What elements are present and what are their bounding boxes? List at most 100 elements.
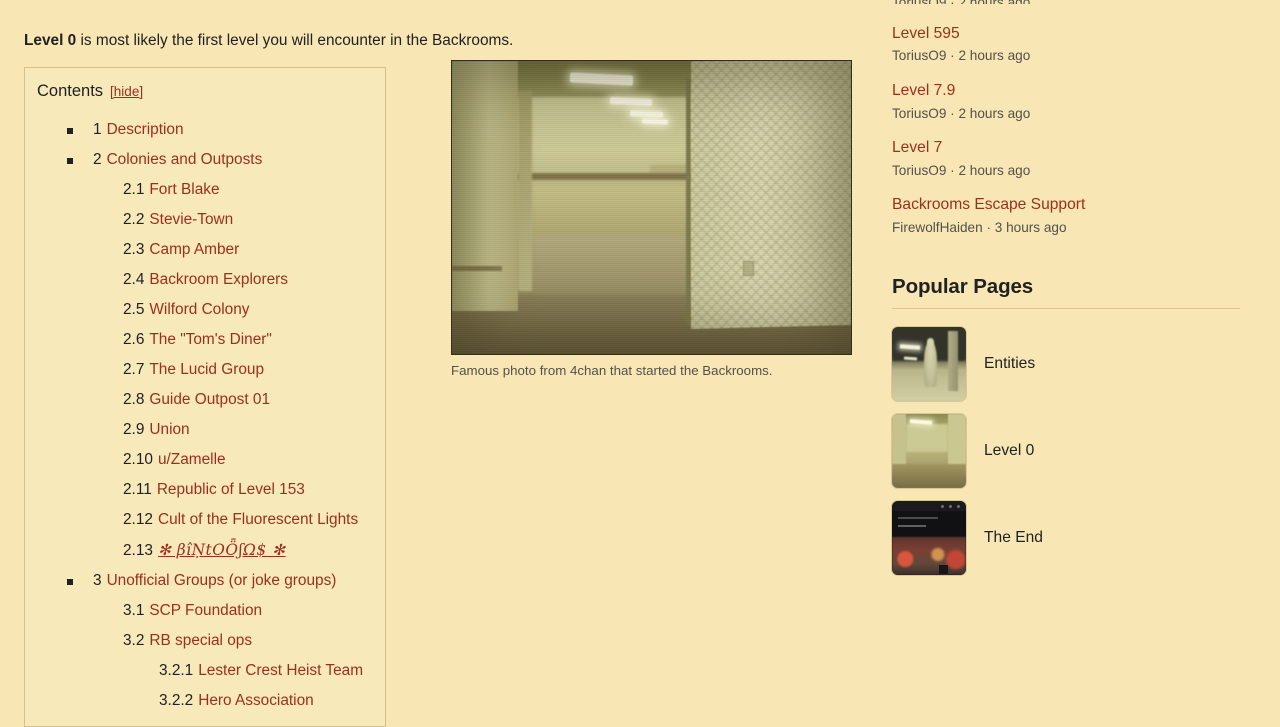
toc-entry: 3.1 SCP Foundation: [37, 596, 373, 626]
thumb-window-dot: [941, 504, 944, 508]
thumb-light-2: [903, 356, 918, 361]
recent-change-item: Backrooms Escape Support FirewolfHaiden ·…: [892, 195, 1252, 236]
popular-page-item[interactable]: Level 0: [892, 413, 1252, 488]
toc-entry: 2.8 Guide Outpost 01: [37, 385, 373, 415]
popular-page-item[interactable]: Entities: [892, 326, 1252, 401]
toc-list: 1 Description 2 Colonies and Outposts 2.1 For…: [37, 115, 373, 716]
recent-change-item: Level 7.9 ToriusO9 · 2 hours ago: [892, 81, 1252, 122]
toc-entry-number: 1: [93, 121, 102, 138]
popular-page-label: Level 0: [984, 441, 1035, 459]
toc-entry-link[interactable]: Fort Blake: [149, 181, 219, 198]
toc-entry: 2.5 Wilford Colony: [37, 295, 373, 325]
toc-entry-link[interactable]: ✻ βîṆtΟȪʃΩ$ ✻: [158, 541, 286, 559]
toc-entry-link[interactable]: Description: [107, 121, 184, 138]
toc-entry-number: 2: [93, 151, 102, 168]
thumb-light-1: [899, 343, 921, 350]
lead-paragraph: Level 0 is most likely the first level y…: [24, 0, 513, 54]
toc-entry-link[interactable]: Guide Outpost 01: [149, 391, 270, 408]
recent-changes-clipped-meta: ToriusO9 · 2 hours ago: [892, 0, 1252, 4]
toc-entry-link[interactable]: The "Tom's Diner": [149, 331, 272, 348]
toc-entry-link[interactable]: Union: [149, 421, 189, 438]
article-figure: Famous photo from 4chan that started the…: [451, 60, 852, 381]
table-of-contents: Contents [hide] 1 Description 2 Colonies and…: [24, 67, 386, 727]
toc-entry-number: 2.3: [123, 241, 145, 258]
toc-entry-number: 2.11: [123, 481, 152, 498]
thumb-window-dot: [949, 504, 952, 508]
toc-entry-number: 2.1: [123, 181, 145, 198]
entities-thumbnail[interactable]: [892, 326, 966, 401]
toc-entry-link[interactable]: Stevie-Town: [149, 211, 233, 228]
recent-changes-list: ToriusO9 · 2 hours ago Level 595 ToriusO9…: [892, 0, 1252, 237]
popular-pages-divider: [892, 307, 1240, 309]
photo-wall-outlet: [743, 261, 754, 276]
toc-entry: 2.11 Republic of Level 153: [37, 475, 373, 505]
toc-entry: 1 Description: [37, 115, 373, 145]
toc-entry-number: 2.6: [123, 331, 145, 348]
toc-entry: 2.13 ✻ βîṆtΟȪʃΩ$ ✻: [37, 535, 373, 566]
recent-change-meta: FirewolfHaiden · 3 hours ago: [892, 219, 1067, 235]
toc-entry: 3.2.1 Lester Crest Heist Team: [37, 656, 373, 686]
toc-entry-link[interactable]: Lester Crest Heist Team: [198, 662, 363, 679]
toc-entry-number: 2.5: [123, 301, 145, 318]
thumb-window-dot: [957, 504, 960, 508]
photo-left-inner-wall: [518, 91, 532, 291]
toc-entry: 3 Unofficial Groups (or joke groups): [37, 566, 373, 596]
photo-wallpaper-wall: [691, 61, 851, 329]
recent-change-item: Level 7 ToriusO9 · 2 hours ago: [892, 138, 1252, 179]
photo-left-wall: [452, 61, 518, 311]
recent-change-title-link[interactable]: Backrooms Escape Support: [892, 195, 1252, 214]
toc-entry-number: 3.2.1: [159, 662, 194, 679]
toc-hide-toggle[interactable]: [hide]: [110, 84, 143, 99]
toc-entry: 2.4 Backroom Explorers: [37, 265, 373, 295]
toc-entry-number: 2.13: [123, 542, 153, 559]
thumb-far-wall: [906, 423, 948, 452]
thumb-window-bar: [892, 500, 966, 511]
thumb-entity-head: [927, 337, 934, 346]
toc-entry-link[interactable]: Hero Association: [198, 692, 314, 709]
recent-change-meta: ToriusO9 · 2 hours ago: [892, 48, 1031, 64]
article-page: Level 0 is most likely the first level y…: [0, 0, 1280, 727]
toc-heading-label: Contents: [37, 82, 104, 100]
lead-bold-term: Level 0: [24, 32, 77, 49]
figure-caption: Famous photo from 4chan that started the…: [451, 363, 773, 378]
toc-bullet-icon: [67, 158, 73, 164]
toc-entry-link[interactable]: Unofficial Groups (or joke groups): [107, 572, 337, 589]
toc-entry: 3.2 RB special ops: [37, 626, 373, 656]
toc-entry: 2.1 Fort Blake: [37, 175, 373, 205]
the-end-thumbnail[interactable]: [892, 500, 966, 575]
toc-entry-number: 2.2: [123, 211, 145, 228]
article-body: Level 0 is most likely the first level y…: [24, 0, 513, 54]
toc-entry-link[interactable]: Colonies and Outposts: [107, 151, 263, 168]
recent-change-title-link[interactable]: Level 7.9: [892, 81, 1252, 100]
toc-entry-link[interactable]: Backroom Explorers: [149, 271, 288, 288]
recent-change-title-link[interactable]: Level 595: [892, 24, 1252, 43]
toc-entry: 2.12 Cult of the Fluorescent Lights: [37, 505, 373, 535]
level-0-thumbnail[interactable]: [892, 413, 966, 488]
toc-entry-link[interactable]: u/Zamelle: [158, 451, 226, 468]
toc-entry-link[interactable]: RB special ops: [149, 632, 252, 649]
toc-entry-link[interactable]: SCP Foundation: [149, 602, 262, 619]
photo-far-baseboard: [516, 173, 698, 180]
toc-entry-link[interactable]: Camp Amber: [149, 241, 239, 258]
toc-heading: Contents [hide]: [37, 82, 373, 101]
recent-change-item: Level 595 ToriusO9 · 2 hours ago: [892, 24, 1252, 65]
toc-entry-link[interactable]: The Lucid Group: [149, 361, 264, 378]
toc-entry: 2.10 u/Zamelle: [37, 445, 373, 475]
recent-change-title-link[interactable]: Level 7: [892, 138, 1252, 157]
toc-entry-number: 2.12: [123, 511, 153, 528]
recent-change-meta: ToriusO9 · 2 hours ago: [892, 162, 1031, 178]
popular-page-item[interactable]: The End: [892, 500, 1252, 575]
thumb-dark-block: [939, 564, 948, 574]
toc-entry: 2.9 Union: [37, 415, 373, 445]
popular-page-label: Entities: [984, 354, 1036, 372]
toc-entry: 2.3 Camp Amber: [37, 235, 373, 265]
toc-entry: 2.7 The Lucid Group: [37, 355, 373, 385]
recent-change-meta: ToriusO9 · 2 hours ago: [892, 105, 1031, 121]
popular-pages-heading: Popular Pages: [892, 274, 1034, 298]
recent-changes-items: Level 595 ToriusO9 · 2 hours ago Level 7.9…: [892, 24, 1252, 237]
toc-entry-number: 3.2: [123, 632, 145, 649]
toc-entry-link[interactable]: Wilford Colony: [149, 301, 249, 318]
backrooms-photo[interactable]: [451, 60, 852, 355]
toc-entry-link[interactable]: Cult of the Fluorescent Lights: [158, 511, 358, 528]
toc-entry-link[interactable]: Republic of Level 153: [157, 481, 305, 498]
